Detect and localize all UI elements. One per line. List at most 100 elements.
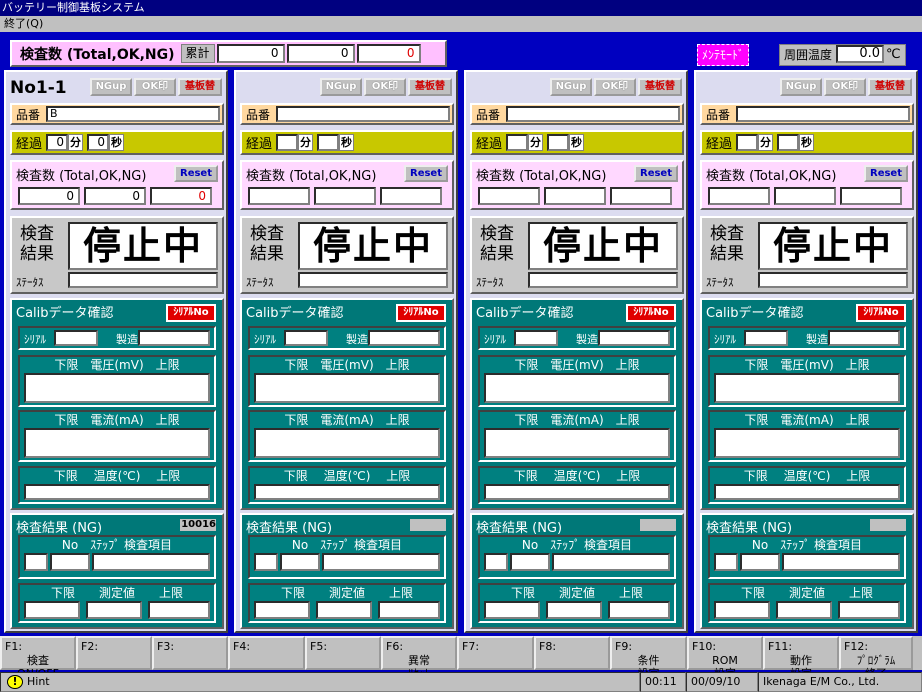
function-key-8[interactable]: F8:: [534, 636, 610, 670]
ngup-button[interactable]: NGup: [90, 78, 132, 96]
board-change-button[interactable]: 基板替: [408, 78, 452, 96]
company-cell: Ikenaga E/M Co., Ltd.: [758, 672, 922, 692]
ok-mark-button[interactable]: OK印: [134, 78, 176, 96]
ng-no-field: [484, 553, 508, 571]
window-title: バッテリー制御基板システム: [0, 0, 922, 16]
function-key-11[interactable]: F11:動作 設定: [763, 636, 839, 680]
mfg-label: 製造: [806, 333, 828, 346]
ng-measured-field: [86, 601, 142, 619]
voltage-box: 下限 電圧(mV) 上限: [248, 355, 446, 407]
voltage-header: 下限 電圧(mV) 上限: [284, 358, 410, 372]
calib-section: Calibデータ確認 ｼﾘｱﾙNo ｼﾘｱﾙ 製造 下限 電圧(mV) 上限 下…: [470, 298, 684, 510]
status-label: ｽﾃｰﾀｽ: [706, 276, 734, 289]
menu-item-end[interactable]: 終了(Q): [4, 17, 43, 30]
serial-label: ｼﾘｱﾙ: [484, 333, 506, 346]
fkey-code: F7:: [462, 640, 480, 653]
ambient-temp-value: 0.0: [836, 45, 885, 63]
ng-step-header: No ｽﾃｯﾌﾟ 検査項目: [521, 538, 633, 552]
serial-no-button[interactable]: ｼﾘｱﾙNo: [856, 304, 906, 322]
product-input[interactable]: [276, 106, 450, 122]
ng-upper-field: [148, 601, 210, 619]
function-key-9[interactable]: F9:条件 設定: [610, 636, 687, 680]
elapsed-label: 経過: [16, 137, 43, 152]
board-change-button[interactable]: 基板替: [178, 78, 222, 96]
serial-no-button[interactable]: ｼﾘｱﾙNo: [396, 304, 446, 322]
voltage-field: [24, 373, 210, 403]
fkey-code: F8:: [539, 640, 557, 653]
result-label: 検査 結果: [480, 224, 514, 264]
mfg-label: 製造: [576, 333, 598, 346]
result-row: 検査 結果 停止中 ｽﾃｰﾀｽ: [10, 216, 224, 294]
count-row: 検査数 (Total,OK,NG) Reset: [240, 160, 454, 210]
elapsed-label: 経過: [246, 137, 273, 152]
station-panel: No1-1 NGup OK印 基板替 品番 B 経過 0分 0秒 検査数 (To…: [4, 70, 228, 633]
elapsed-sec: [777, 134, 800, 151]
board-change-button[interactable]: 基板替: [638, 78, 682, 96]
fkey-code: F9:: [615, 640, 633, 653]
voltage-header: 下限 電圧(mV) 上限: [514, 358, 640, 372]
ngup-button[interactable]: NGup: [320, 78, 362, 96]
ok-mark-button[interactable]: OK印: [824, 78, 866, 96]
function-key-4[interactable]: F4:: [228, 636, 305, 670]
count-ng: [380, 187, 442, 205]
ng-measure-header: 下限 測定値 上限: [50, 586, 183, 600]
product-input[interactable]: B: [46, 106, 220, 122]
ng-measure-box: 下限 測定値 上限: [248, 583, 446, 623]
ng-measure-box: 下限 測定値 上限: [478, 583, 676, 623]
current-box: 下限 電流(mA) 上限: [248, 410, 446, 462]
hint-text: Hint: [27, 675, 50, 688]
product-label: 品番: [476, 107, 501, 122]
count-total: 0: [18, 187, 80, 205]
ok-mark-button[interactable]: OK印: [594, 78, 636, 96]
product-input[interactable]: [506, 106, 680, 122]
function-key-3[interactable]: F3:: [152, 636, 228, 670]
mfg-label: 製造: [346, 333, 368, 346]
reset-button[interactable]: Reset: [174, 165, 218, 182]
voltage-field: [254, 373, 440, 403]
serial-label: ｼﾘｱﾙ: [714, 333, 736, 346]
reset-button[interactable]: Reset: [634, 165, 678, 182]
result-label: 検査 結果: [250, 224, 284, 264]
product-input[interactable]: [736, 106, 910, 122]
temp-field: [484, 484, 670, 500]
serial-no-button[interactable]: ｼﾘｱﾙNo: [166, 304, 216, 322]
fkey-code: F5:: [310, 640, 328, 653]
maintenance-mode-button[interactable]: ﾒﾝﾃﾓｰﾄﾞ: [697, 44, 750, 66]
temp-header: 下限 温度(℃) 上限: [53, 469, 181, 483]
status-label: ｽﾃｰﾀｽ: [246, 276, 274, 289]
ng-item-field: [322, 553, 440, 571]
count-label: 検査数 (Total,OK,NG): [16, 169, 147, 184]
function-key-5[interactable]: F5:: [305, 636, 381, 670]
current-box: 下限 電流(mA) 上限: [478, 410, 676, 462]
function-key-2[interactable]: F2:: [76, 636, 152, 670]
reset-button[interactable]: Reset: [404, 165, 448, 182]
ng-measured-field: [316, 601, 372, 619]
function-key-10[interactable]: F10:ROM 設定: [687, 636, 763, 680]
ok-mark-button[interactable]: OK印: [364, 78, 406, 96]
reset-button[interactable]: Reset: [864, 165, 908, 182]
ng-step-header: No ｽﾃｯﾌﾟ 検査項目: [291, 538, 403, 552]
result-label: 検査 結果: [20, 224, 54, 264]
menu-bar: 終了(Q): [0, 16, 922, 32]
count-total: [708, 187, 770, 205]
product-row: 品番: [700, 103, 914, 125]
function-key-12[interactable]: F12:ﾌﾟﾛｸﾞﾗﾑ 終了: [839, 636, 913, 680]
ng-measured-field: [546, 601, 602, 619]
result-label: 検査 結果: [710, 224, 744, 264]
ngup-button[interactable]: NGup: [780, 78, 822, 96]
temp-field: [254, 484, 440, 500]
ng-item-field: [92, 553, 210, 571]
serial-no-button[interactable]: ｼﾘｱﾙNo: [626, 304, 676, 322]
ng-item-field: [552, 553, 670, 571]
ngup-button[interactable]: NGup: [550, 78, 592, 96]
ng-step-header: No ｽﾃｯﾌﾟ 検査項目: [61, 538, 173, 552]
ng-measure-header: 下限 測定値 上限: [510, 586, 643, 600]
station-id: No1-1: [10, 78, 67, 98]
board-change-button[interactable]: 基板替: [868, 78, 912, 96]
status-field: [528, 272, 678, 288]
function-key-1[interactable]: F1:検査 ON/OFF: [0, 636, 76, 680]
function-key-bar: F1:検査 ON/OFF F2: F3: F4: F5: F6:異常 ﾘｾｯﾄ F7: F8:…: [0, 636, 922, 680]
function-key-7[interactable]: F7:: [457, 636, 534, 670]
function-key-6[interactable]: F6:異常 ﾘｾｯﾄ: [381, 636, 457, 680]
count-ng: 0: [150, 187, 212, 205]
